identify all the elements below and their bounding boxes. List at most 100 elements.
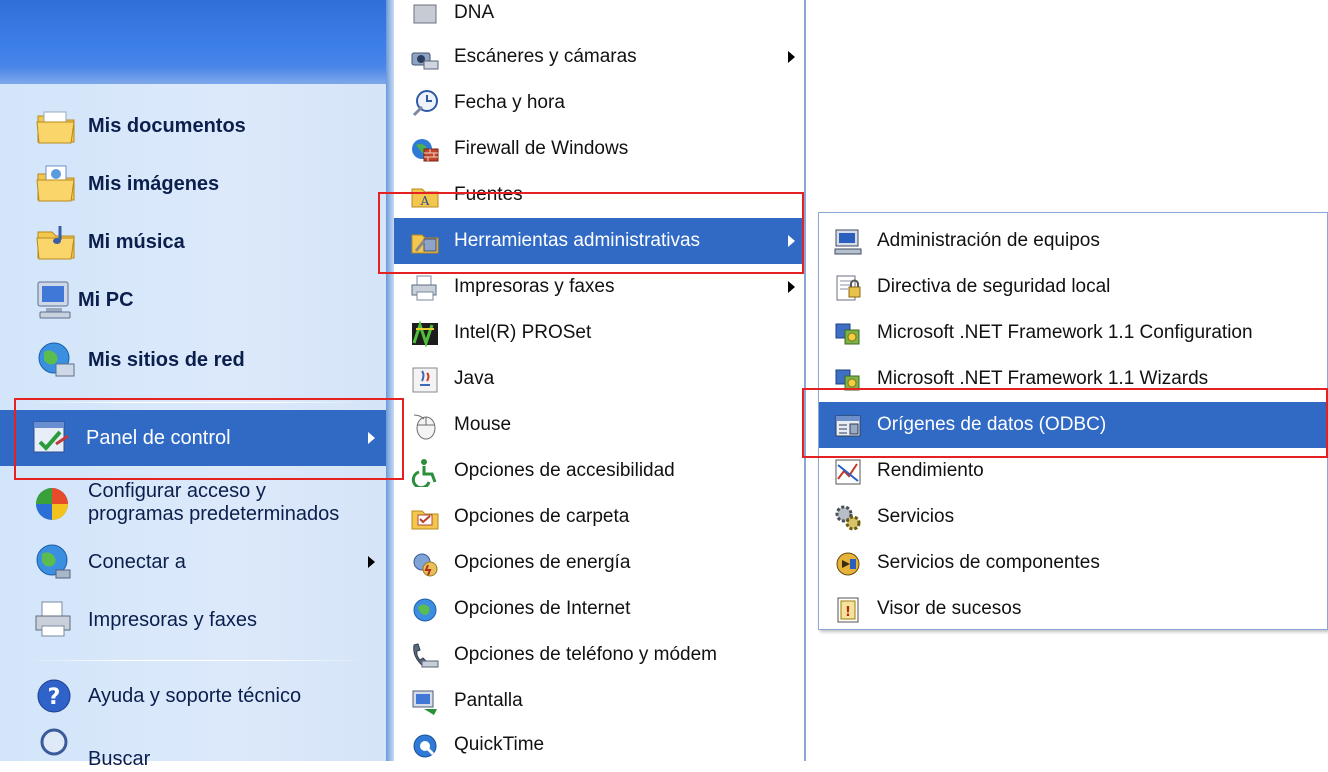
cp-item-label: Herramientas administrativas <box>454 230 701 251</box>
cp-item-fuentes[interactable]: A Fuentes <box>394 172 804 218</box>
cp-item-escaneres[interactable]: Escáneres y cámaras <box>394 34 804 80</box>
at-item-rendimiento[interactable]: Rendimiento <box>819 448 1327 494</box>
at-item-label: Servicios <box>877 506 955 527</box>
cp-item-label: Intel(R) PROSet <box>454 322 592 343</box>
submenu-arrow-icon <box>368 432 375 444</box>
at-item-dotnet-wizards[interactable]: Microsoft .NET Framework 1.1 Wizards <box>819 356 1327 402</box>
at-item-directiva-seguridad[interactable]: Directiva de seguridad local <box>819 264 1327 310</box>
start-item-conectar-a[interactable]: Conectar a <box>0 534 386 590</box>
cp-item-telefono-modem[interactable]: Opciones de teléfono y módem <box>394 632 804 678</box>
start-menu-header <box>0 0 386 84</box>
menu-separator <box>24 402 370 403</box>
folder-documents-icon <box>34 104 78 148</box>
start-item-label: Impresoras y faxes <box>88 608 257 631</box>
start-item-mi-musica[interactable]: Mi música <box>0 214 386 270</box>
submenu-border <box>804 0 806 761</box>
at-item-label: Microsoft .NET Framework 1.1 Wizards <box>877 368 1209 389</box>
cp-item-mouse[interactable]: Mouse <box>394 402 804 448</box>
at-item-administracion-equipos[interactable]: Administración de equipos <box>819 218 1327 264</box>
cp-item-impresoras-faxes[interactable]: Impresoras y faxes <box>394 264 804 310</box>
fonts-folder-icon: A <box>410 181 440 211</box>
at-item-visor-sucesos[interactable]: ! Visor de sucesos <box>819 586 1327 632</box>
cp-item-opciones-energia[interactable]: Opciones de energía <box>394 540 804 586</box>
dna-icon <box>410 0 440 29</box>
cp-item-quicktime[interactable]: QuickTime <box>394 722 804 768</box>
start-item-label: Mis imágenes <box>88 172 220 195</box>
cp-item-label: Impresoras y faxes <box>454 276 615 297</box>
cp-item-label: Java <box>454 368 495 389</box>
cp-item-pantalla[interactable]: Pantalla <box>394 678 804 724</box>
panel-divider <box>386 0 394 761</box>
firewall-icon <box>410 135 440 165</box>
cp-item-dna[interactable]: DNA <box>394 0 804 36</box>
start-item-mis-imagenes[interactable]: Mis imágenes <box>0 156 386 212</box>
at-item-servicios[interactable]: Servicios <box>819 494 1327 540</box>
cp-item-label: Opciones de carpeta <box>454 506 630 527</box>
cp-item-opciones-carpeta[interactable]: Opciones de carpeta <box>394 494 804 540</box>
start-item-configurar-acceso[interactable]: Configurar acceso y programas predetermi… <box>0 476 386 530</box>
power-options-icon <box>410 549 440 579</box>
start-item-label: Mis documentos <box>88 114 246 137</box>
security-policy-icon <box>833 273 863 303</box>
at-item-dotnet-config[interactable]: Microsoft .NET Framework 1.1 Configurati… <box>819 310 1327 356</box>
odbc-icon <box>833 411 863 441</box>
start-item-mis-documentos[interactable]: Mis documentos <box>0 98 386 154</box>
help-icon: ? <box>34 674 78 718</box>
search-icon <box>34 724 78 768</box>
at-item-label: Servicios de componentes <box>877 552 1100 573</box>
printer-icon <box>32 598 76 642</box>
internet-options-icon <box>410 595 440 625</box>
cp-item-accesibilidad[interactable]: Opciones de accesibilidad <box>394 448 804 494</box>
start-item-panel-de-control[interactable]: Panel de control <box>0 410 386 466</box>
cp-item-fecha-hora[interactable]: Fecha y hora <box>394 80 804 126</box>
start-item-label: Conectar a <box>88 550 186 573</box>
start-item-impresoras-faxes[interactable]: Impresoras y faxes <box>0 592 386 648</box>
default-programs-icon <box>32 482 76 526</box>
submenu-arrow-icon <box>788 235 795 247</box>
svg-text:?: ? <box>48 685 61 710</box>
network-places-icon <box>34 338 78 382</box>
java-icon <box>410 365 440 395</box>
performance-icon <box>833 457 863 487</box>
start-item-label: Mis sitios de red <box>88 348 245 371</box>
start-item-label: Mi PC <box>78 288 134 311</box>
mouse-icon <box>410 411 440 441</box>
dotnet-config-icon <box>833 319 863 349</box>
cp-item-opciones-internet[interactable]: Opciones de Internet <box>394 586 804 632</box>
component-services-icon <box>833 549 863 579</box>
at-item-label: Orígenes de datos (ODBC) <box>877 414 1107 435</box>
at-item-servicios-componentes[interactable]: Servicios de componentes <box>819 540 1327 586</box>
at-item-origenes-datos-odbc[interactable]: Orígenes de datos (ODBC) <box>819 402 1327 448</box>
folder-options-icon <box>410 503 440 533</box>
cp-item-firewall[interactable]: Firewall de Windows <box>394 126 804 172</box>
start-item-label-line2: programas predeterminados <box>88 503 340 525</box>
cp-item-label: DNA <box>454 2 495 23</box>
start-item-mi-pc[interactable]: Mi PC <box>0 272 386 328</box>
cp-item-intel-proset[interactable]: Intel(R) PROSet <box>394 310 804 356</box>
cp-item-label: Opciones de teléfono y módem <box>454 644 717 665</box>
svg-text:!: ! <box>845 605 851 620</box>
at-item-label: Administración de equipos <box>877 230 1100 251</box>
cp-item-label: Opciones de energía <box>454 552 631 573</box>
start-menu-left-panel: Mis documentos Mis imágenes Mi música Mi… <box>0 0 386 770</box>
cp-item-label: QuickTime <box>454 734 545 755</box>
start-item-label: Mi música <box>88 230 185 253</box>
computer-icon <box>34 278 78 322</box>
start-item-label: Ayuda y soporte técnico <box>88 684 302 707</box>
connect-to-icon <box>32 540 76 584</box>
cp-item-label: Firewall de Windows <box>454 138 629 159</box>
intel-proset-icon <box>410 319 440 349</box>
start-item-mis-sitios-red[interactable]: Mis sitios de red <box>0 332 386 388</box>
control-panel-icon <box>30 416 74 460</box>
start-item-label: Buscar <box>88 748 151 770</box>
folder-music-icon <box>34 220 78 264</box>
svg-text:A: A <box>420 194 430 208</box>
cp-item-label: Fuentes <box>454 184 523 205</box>
admin-tools-icon <box>410 227 440 257</box>
folder-pictures-icon <box>34 162 78 206</box>
cp-item-label: Opciones de Internet <box>454 598 631 619</box>
cp-item-herramientas-administrativas[interactable]: Herramientas administrativas <box>394 218 804 264</box>
cp-item-java[interactable]: Java <box>394 356 804 402</box>
phone-modem-icon <box>410 641 440 671</box>
start-item-buscar[interactable]: Buscar <box>0 716 386 772</box>
